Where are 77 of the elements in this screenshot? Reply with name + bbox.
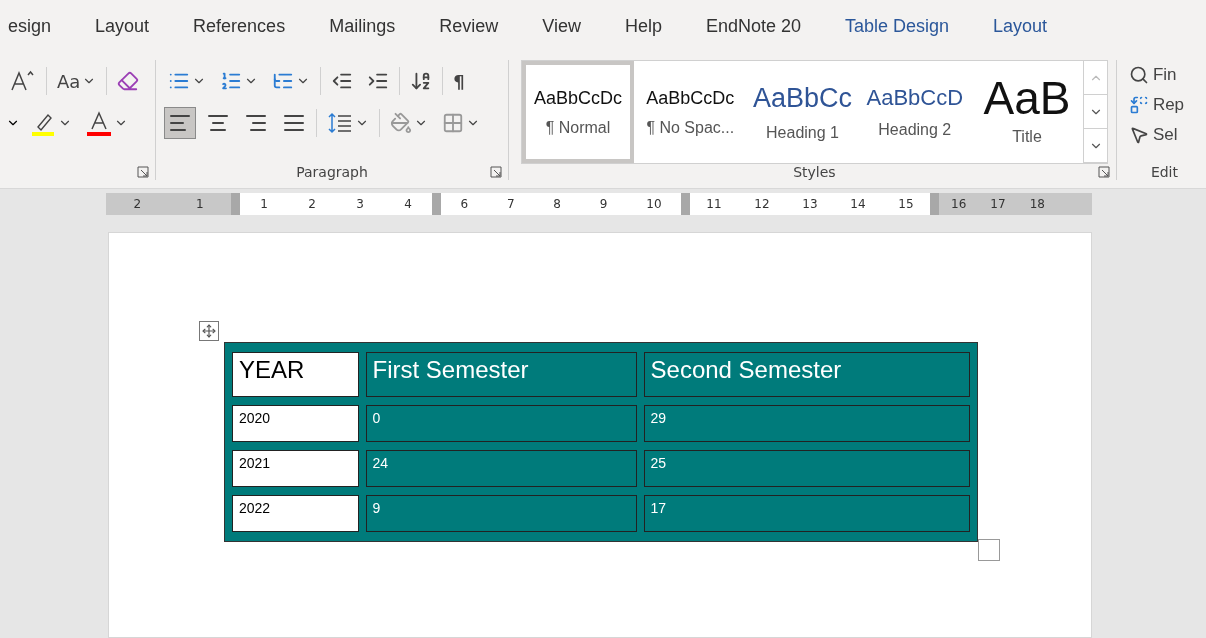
style-sample: AaBbCcDc	[646, 87, 735, 109]
ruler-number: 1	[195, 197, 204, 211]
ruler-number: 13	[802, 197, 818, 211]
ruler-number: 12	[754, 197, 770, 211]
ribbon-tab[interactable]: Layout	[95, 15, 150, 37]
dialog-launcher-icon[interactable]	[137, 166, 150, 178]
select-icon	[1128, 125, 1149, 145]
grow-font-icon	[10, 69, 36, 93]
ruler-number: 11	[706, 197, 722, 211]
group-label: Styles	[793, 164, 836, 180]
table-cell: 24	[365, 450, 637, 487]
ribbon-tab[interactable]: View	[542, 15, 581, 37]
table-cell: 17	[643, 495, 970, 532]
style-sample: AaBbCcDc	[534, 87, 623, 109]
table-cell: 29	[643, 405, 970, 442]
style-name: ¶ Normal	[545, 118, 611, 137]
table-cell: First Semester	[365, 352, 637, 397]
editing-command[interactable]: Rep	[1128, 90, 1198, 120]
dialog-launcher-icon[interactable]	[489, 166, 502, 178]
style-name: Heading 1	[766, 123, 839, 142]
paint-bucket-icon	[390, 112, 413, 134]
ruler-number: 6	[460, 197, 469, 211]
ruler-number: 14	[850, 197, 866, 211]
line-spacing-icon	[327, 111, 354, 135]
font-color-icon	[86, 110, 112, 136]
table-cell: 25	[643, 450, 970, 487]
table-cell: 2021	[232, 450, 359, 487]
table-cell: 2020	[232, 405, 359, 442]
table-cell: 0	[365, 405, 637, 442]
table-cell: 2022	[232, 495, 359, 532]
ribbon-tab[interactable]: Mailings	[329, 15, 396, 37]
group-label: Edit	[1150, 164, 1178, 180]
ruler-number: 18	[1029, 197, 1045, 211]
ribbon-tab[interactable]: esign	[8, 15, 52, 37]
ribbon-tab[interactable]: Layout	[993, 15, 1048, 37]
ruler-number: 9	[599, 197, 608, 211]
ruler-number: 2	[308, 197, 316, 211]
ruler-number: 10	[646, 197, 662, 211]
replace-icon	[1128, 95, 1149, 115]
group-label: Paragraph	[296, 164, 368, 180]
style-sample: AaB	[983, 78, 1071, 118]
change-case-button[interactable]: Aa	[53, 65, 101, 97]
table-cell: YEAR	[232, 352, 359, 397]
ruler-number: 8	[553, 197, 561, 211]
move-icon	[202, 324, 216, 338]
show-marks-button[interactable]: ¶	[449, 65, 478, 97]
ruler-number: 2	[133, 197, 142, 211]
ribbon-tab[interactable]: Review	[439, 15, 499, 37]
find-icon	[1128, 65, 1149, 85]
style-name: ¶ No Spac...	[646, 118, 735, 137]
ruler-number: 17	[990, 197, 1006, 211]
ruler-number: 16	[951, 197, 967, 211]
ruler-number: 4	[404, 197, 412, 211]
ribbon-tab[interactable]: Help	[624, 15, 662, 37]
style-name: Heading 2	[878, 121, 952, 139]
numbered-list-icon	[220, 70, 243, 92]
table-cell: Second Semester	[643, 352, 970, 397]
table-cell: 9	[365, 495, 637, 532]
style-sample: AaBbCcD	[866, 85, 964, 111]
editing-command[interactable]: Fin	[1128, 60, 1198, 90]
table-move-handle[interactable]	[199, 321, 219, 341]
style-sample: AaBbCc	[753, 82, 853, 114]
ruler-number: 7	[506, 197, 515, 211]
editing-command[interactable]: Sel	[1128, 120, 1198, 150]
ruler-number: 3	[356, 197, 364, 211]
eraser-icon	[117, 70, 140, 92]
style-option[interactable]: AaBbCcDc ¶ Normal	[521, 61, 635, 163]
table-resize-handle[interactable]	[978, 539, 1000, 561]
style-name: Title	[1012, 128, 1042, 146]
ruler-number: 1	[260, 197, 268, 211]
ribbon-tab[interactable]: EndNote 20	[705, 15, 801, 37]
align-button[interactable]	[164, 107, 197, 139]
dialog-launcher-icon[interactable]	[1097, 166, 1110, 178]
ribbon-tab[interactable]: References	[193, 15, 286, 37]
ruler-number: 15	[898, 197, 914, 211]
ribbon-tab[interactable]: Table Design	[845, 15, 950, 37]
borders-icon	[442, 112, 465, 134]
